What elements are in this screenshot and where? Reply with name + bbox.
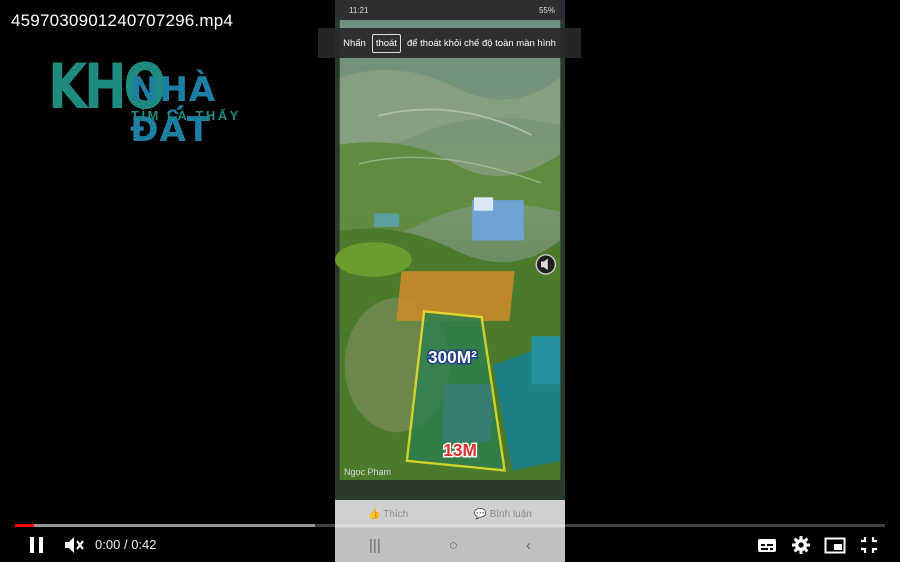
like-action: 👍 Thích — [368, 509, 408, 520]
progress-played — [15, 524, 35, 527]
subtitles-button[interactable] — [757, 533, 777, 557]
video-filename: 4597030901240707296.mp4 — [11, 11, 234, 30]
subtitles-icon — [758, 539, 776, 552]
phone-nav-bar: ||| ○ ‹ — [335, 528, 565, 562]
video-frame: 11:21 55% 300M² 13M Ngọc Phạm 👍 Thích 💬 … — [335, 0, 565, 562]
home-icon: ○ — [448, 536, 458, 554]
miniplayer-icon — [824, 537, 846, 554]
comment-label: Bình luận — [489, 508, 532, 520]
duration: 0:42 — [131, 537, 157, 552]
progress-buffered — [15, 524, 316, 527]
toast-key: thoát — [371, 33, 401, 53]
plot-width-label: 13M — [443, 440, 477, 460]
like-label: Thích — [383, 508, 409, 520]
mute-button[interactable] — [63, 533, 85, 557]
toast-suffix: để thoát khỏi chế độ toàn màn hình — [406, 37, 556, 49]
phone-status-time: 11:21 — [349, 5, 369, 15]
current-time: 0:00 — [95, 537, 121, 552]
comment-action: 💬 Bình luận — [474, 509, 532, 520]
comment-icon: 💬 — [474, 508, 487, 520]
aerial-land-image: 300M² 13M — [335, 20, 561, 480]
phone-status-bar: 11:21 55% — [335, 0, 565, 20]
like-icon: 👍 — [368, 508, 381, 520]
plot-area-label: 300M² — [428, 347, 477, 367]
time-display: 0:00 / 0:42 — [95, 537, 157, 552]
exit-fullscreen-icon — [861, 537, 877, 553]
recent-apps-icon: ||| — [369, 536, 381, 554]
logo-tagline: TÌM LÀ THẤY — [131, 108, 241, 123]
phone-status-battery: 55% — [538, 5, 555, 15]
fullscreen-exit-toast: Nhấn thoát để thoát khỏi chế độ toàn màn… — [318, 28, 581, 58]
watermark-logo: KHO NHÀ ĐẤT TÌM LÀ THẤY — [48, 50, 258, 150]
toast-prefix: Nhấn — [343, 37, 366, 49]
back-icon: ‹ — [525, 536, 531, 554]
mute-icon — [65, 537, 84, 553]
progress-bar[interactable] — [15, 524, 885, 527]
play-pause-button[interactable] — [27, 533, 47, 557]
miniplayer-button[interactable] — [824, 533, 846, 557]
pause-icon — [30, 537, 43, 553]
video-author: Ngọc Phạm — [344, 467, 392, 477]
exit-fullscreen-button[interactable] — [859, 533, 879, 557]
settings-icon — [792, 536, 810, 554]
time-separator: / — [123, 537, 128, 552]
settings-button[interactable] — [791, 533, 811, 557]
